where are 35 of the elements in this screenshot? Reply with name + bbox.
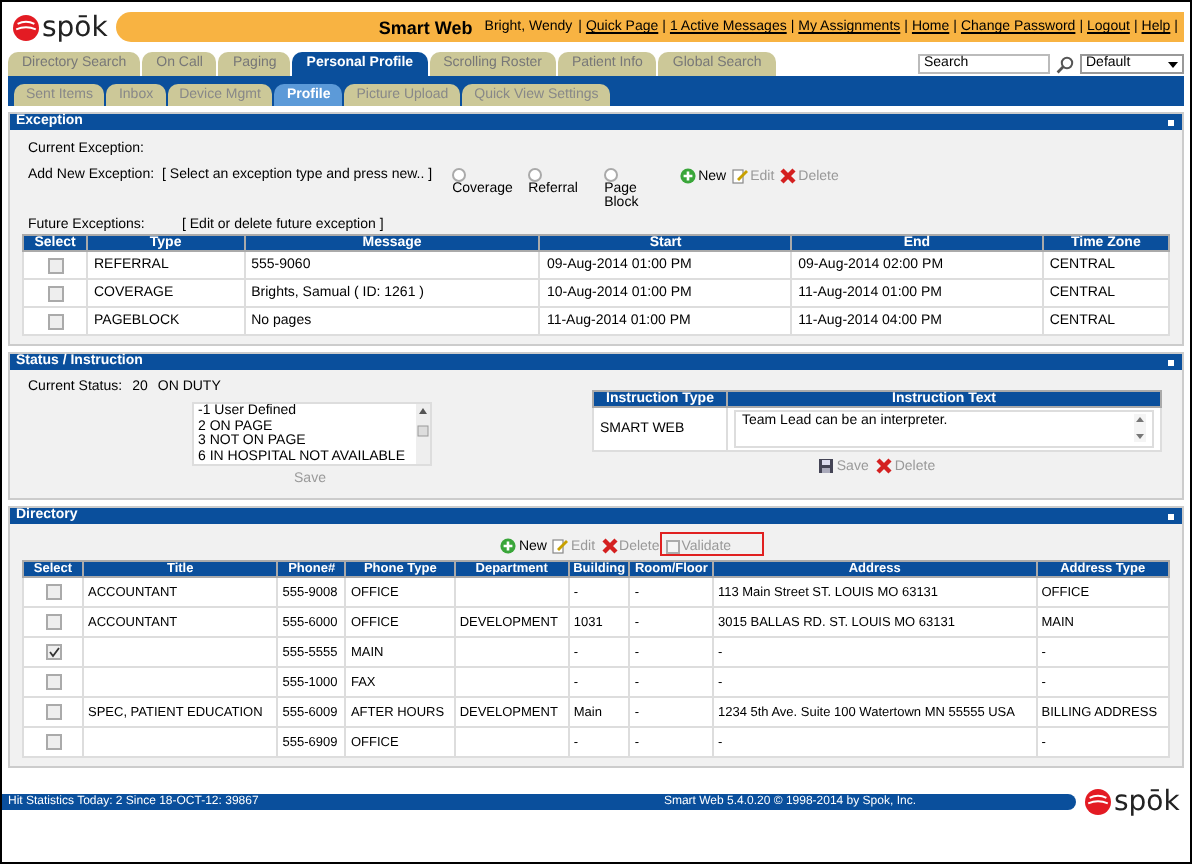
checkbox[interactable]: [45, 674, 61, 690]
plus-icon: [500, 538, 517, 554]
scrollbar-icon: [1134, 414, 1146, 442]
pencil-icon: [552, 538, 569, 554]
checkbox[interactable]: [47, 313, 63, 329]
caret-icon: [1168, 61, 1178, 67]
cross-icon: [876, 458, 893, 474]
cross-icon: [780, 168, 797, 184]
checkbox[interactable]: [45, 614, 61, 630]
collapse-icon[interactable]: [1168, 359, 1174, 365]
search-icon: [1056, 55, 1074, 73]
checkbox[interactable]: [47, 257, 63, 273]
cross-icon: [601, 538, 618, 554]
check-icon: [47, 646, 59, 658]
logo-text: spōk: [1114, 788, 1180, 816]
collapse-icon[interactable]: [1168, 513, 1174, 519]
floppy-icon: [818, 458, 835, 474]
radio-button[interactable]: [604, 168, 619, 182]
checkbox[interactable]: [45, 734, 61, 750]
radio-button[interactable]: [528, 168, 543, 182]
radio-button[interactable]: [452, 168, 467, 182]
plus-icon: [680, 168, 697, 184]
pencil-icon: [732, 168, 749, 184]
sphere-icon: [1084, 788, 1112, 816]
checkbox[interactable]: [45, 584, 61, 600]
scrollbar-icon: [416, 404, 430, 464]
app-title: Smart Web: [378, 17, 473, 37]
logo-text: spōk: [42, 13, 108, 41]
checkbox-icon: [665, 539, 680, 553]
highlight-frame: [659, 532, 764, 556]
checkbox[interactable]: [47, 285, 63, 301]
sphere-icon: [12, 13, 40, 41]
checkbox[interactable]: [45, 644, 61, 660]
collapse-icon[interactable]: [1168, 119, 1174, 125]
checkbox[interactable]: [45, 704, 61, 720]
